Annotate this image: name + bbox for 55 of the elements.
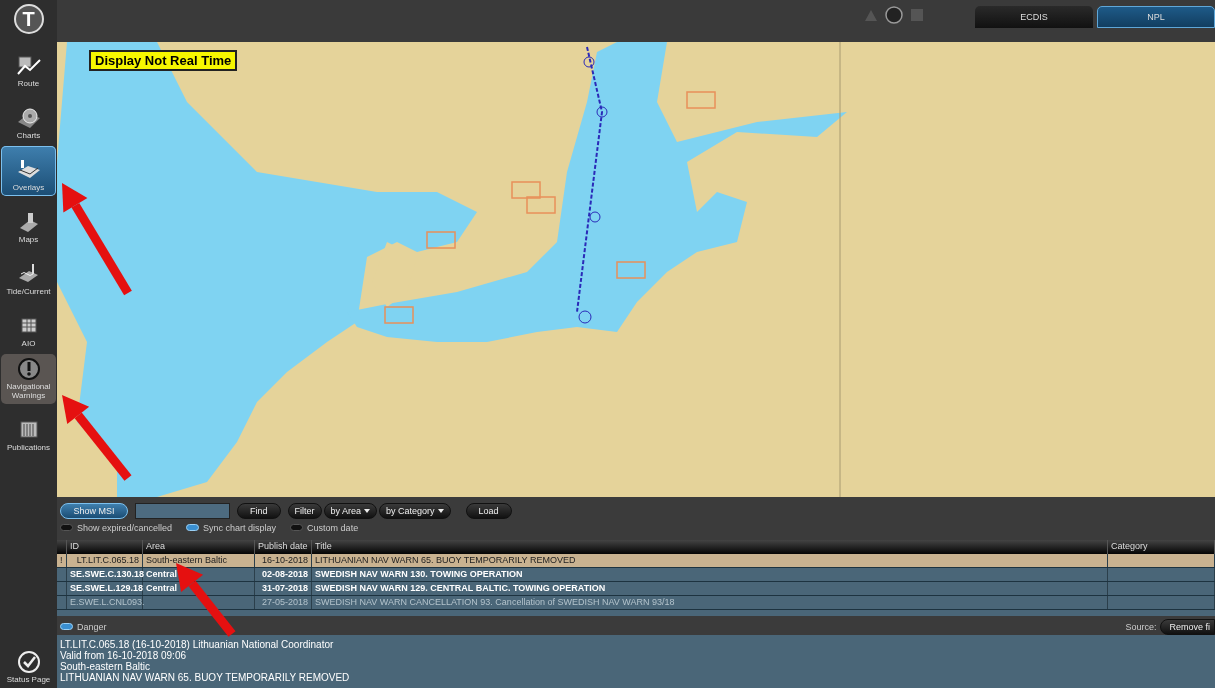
table-cell: 16-10-2018 [255,554,312,567]
toggle-switch[interactable] [290,524,304,531]
warning-row[interactable]: SE.SWE.C.130.18 Central 02-08-2018 SWEDISH NAV WARN 130. TOWING OPERATION [57,568,1215,582]
app-logo: T [13,4,44,34]
sidebar-item[interactable]: Maps [1,198,56,248]
warning-row[interactable]: SE.SWE.L.129.18 Central 31-07-2018 SWEDISH NAV WARN 129. CENTRAL BALTIC. TOWING OPERATION [57,582,1215,596]
warning-detail-text: South-eastern Baltic [60,661,152,672]
sidebar-item[interactable]: Charts [1,94,56,144]
option-toggle[interactable]: Custom date [290,522,359,533]
filter-dropdown[interactable]: by Category [379,502,451,519]
table-cell: SE.SWE.C.130.18 [67,568,143,581]
filter-button[interactable]: Filter [287,502,322,519]
option-toggle[interactable]: Sync chart display [186,522,277,533]
mode-tab[interactable]: NPL [1097,6,1215,28]
sidebar-item[interactable]: AIO [1,302,56,352]
sidebar-item[interactable]: Tide/Current [1,250,56,300]
find-button[interactable]: Find [237,502,281,519]
table-cell: 27-05-2018 [255,596,312,609]
warning-detail-text: Valid from 16-10-2018 09:06 [60,650,186,661]
warning-row[interactable]: ! LT.LIT.C.065.18 South-eastern Baltic 16-10-2018 LITHUANIAN NAV WARN 65. BUOY TEMPORARILY REMOVED [57,554,1215,568]
remove-button[interactable]: Remove fi [1160,618,1215,635]
caret-icon [364,508,371,513]
status-page-button[interactable]: Status Page [1,638,56,688]
table-cell: 31-07-2018 [255,582,312,595]
circle-icon[interactable] [885,6,903,24]
checkmark-icon [15,650,42,675]
load-button[interactable]: Load [465,502,512,519]
table-cell: LITHUANIAN NAV WARN 65. BUOY TEMPORARILY REMOVED [312,554,1108,567]
table-cell: SWEDISH NAV WARN 130. TOWING OPERATION [312,568,1108,581]
table-cell: SE.SWE.L.129.18 [67,582,143,595]
table-cell: LT.LIT.C.065.18 [67,554,143,567]
show-msi-button[interactable]: Show MSI [60,502,128,519]
sidebar-item[interactable]: Navigational Warnings [1,354,56,404]
option-toggle[interactable]: Danger [60,621,107,632]
warning-detail-text: LITHUANIAN NAV WARN 65. BUOY TEMPORARILY REMOVED [60,672,351,683]
table-cell: E.SWE.L.CNL093. [67,596,143,609]
caret-icon [437,508,444,513]
mode-tab[interactable]: ECDIS [975,6,1093,28]
table-cell: SWEDISH NAV WARN CANCELLATION 93. Cancellation of SWEDISH NAV WARN 93/18 [312,596,1108,609]
warning-detail-text: LT.LIT.C.065.18 (16-10-2018) Lithuanian National Coordinator [60,639,335,650]
table-cell: 02-08-2018 [255,568,312,581]
sidebar-item[interactable]: Publications [1,406,56,456]
option-toggle[interactable]: Show expired/cancelled [60,522,173,533]
warning-icon [15,357,42,382]
not-real-time-banner: Display Not Real Time [89,50,238,71]
sidebar-item[interactable]: Overlays [1,146,56,196]
filter-dropdown[interactable]: by Area [323,502,378,519]
source-label: Source: [1125,621,1157,632]
table-cell: ! [57,554,67,567]
search-field[interactable] [135,502,230,519]
sidebar-item[interactable]: Route [1,42,56,92]
table-cell: SWEDISH NAV WARN 129. CENTRAL BALTIC. TOWING OPERATION [312,582,1108,595]
triangle-icon[interactable] [865,9,877,21]
warning-row[interactable]: E.SWE.L.CNL093. 27-05-2018 SWEDISH NAV WARN CANCELLATION 93. Cancellation of SWEDISH NAV WARN 93/18 [57,596,1215,610]
toggle-switch[interactable] [60,524,73,531]
